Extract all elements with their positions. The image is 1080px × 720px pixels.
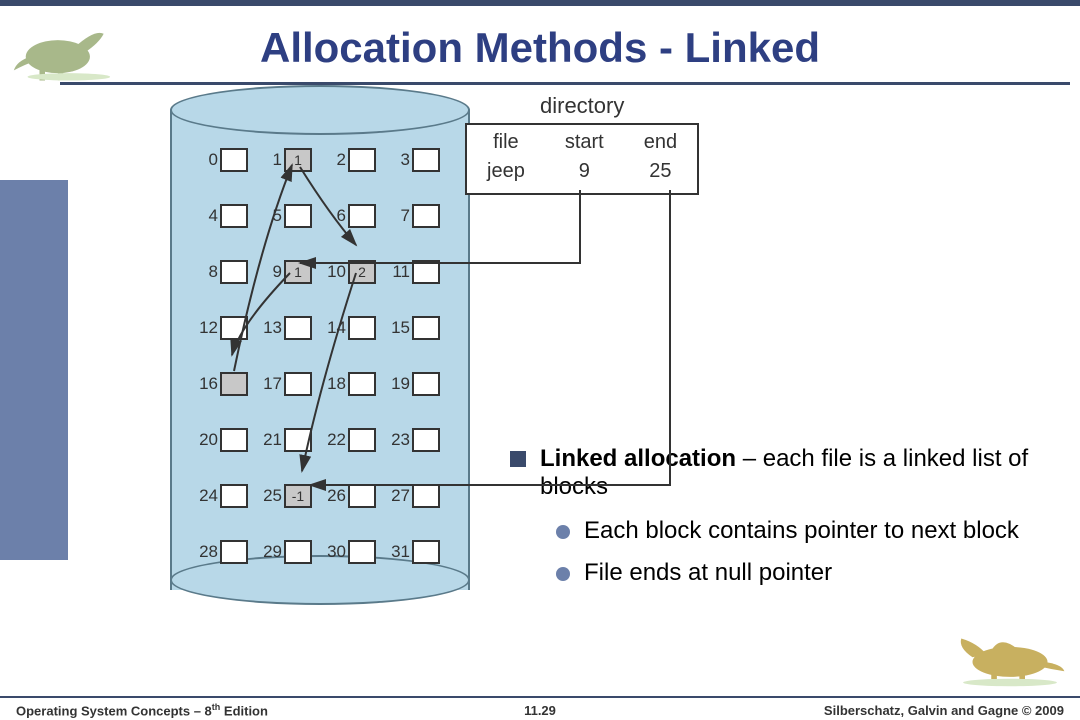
dir-start-header: start: [565, 131, 604, 154]
disk-block: 27: [388, 471, 450, 521]
dir-end-header: end: [644, 131, 677, 154]
disk-block: 3: [388, 135, 450, 185]
bullet-notes: Linked allocation – each file is a linke…: [510, 445, 1050, 601]
disk-block: 30: [324, 527, 386, 577]
dinosaur-logo-right: [950, 615, 1070, 690]
disk-block: 21: [260, 415, 322, 465]
top-accent-bar: [0, 0, 1080, 6]
disk-block: 6: [324, 191, 386, 241]
disk-block: 14: [324, 303, 386, 353]
disk-block: 0: [196, 135, 258, 185]
dir-file-header: file: [487, 131, 525, 154]
disk-block: 26: [324, 471, 386, 521]
disk-diagram: 0 11 2 3 4 5 6 7 8 91 102 11 12 13 14 15…: [170, 85, 470, 605]
disk-block: 102: [324, 247, 386, 297]
disk-block: 16: [196, 359, 258, 409]
disk-block: 2: [324, 135, 386, 185]
disk-block: 18: [324, 359, 386, 409]
disk-block: 19: [388, 359, 450, 409]
slide-title: Allocation Methods - Linked: [0, 24, 1080, 72]
disk-block: 11: [260, 135, 322, 185]
dir-file-value: jeep: [487, 160, 525, 183]
dir-end-value: 25: [644, 160, 677, 183]
disk-block: 5: [260, 191, 322, 241]
disk-block: 12: [196, 303, 258, 353]
disk-block: 23: [388, 415, 450, 465]
dot-bullet-icon: [556, 525, 570, 539]
sub-bullet: File ends at null pointer: [556, 559, 1050, 587]
disk-cylinder: 0 11 2 3 4 5 6 7 8 91 102 11 12 13 14 15…: [170, 85, 470, 605]
block-grid: 0 11 2 3 4 5 6 7 8 91 102 11 12 13 14 15…: [196, 135, 450, 577]
disk-block: 4: [196, 191, 258, 241]
dir-start-value: 9: [565, 160, 604, 183]
sub-bullet: Each block contains pointer to next bloc…: [556, 517, 1050, 545]
footer-right: Silberschatz, Galvin and Gagne © 2009: [715, 703, 1064, 718]
sub-note-2: File ends at null pointer: [584, 559, 832, 587]
slide-footer: Operating System Concepts – 8th Edition …: [0, 696, 1080, 720]
footer-page-number: 11.29: [365, 703, 714, 718]
disk-block: 11: [388, 247, 450, 297]
disk-block: 17: [260, 359, 322, 409]
disk-block: 28: [196, 527, 258, 577]
square-bullet-icon: [510, 451, 526, 467]
directory-label: directory: [540, 93, 624, 119]
footer-left: Operating System Concepts – 8th Edition: [16, 702, 365, 718]
note-bold: Linked allocation: [540, 445, 736, 472]
sub-note-1: Each block contains pointer to next bloc…: [584, 517, 1019, 545]
disk-block: 20: [196, 415, 258, 465]
directory-table: file jeep start 9 end 25: [465, 123, 699, 195]
dinosaur-logo-left: [12, 10, 122, 85]
disk-block: 29: [260, 527, 322, 577]
disk-block: 22: [324, 415, 386, 465]
disk-block: 24: [196, 471, 258, 521]
dot-bullet-icon: [556, 567, 570, 581]
disk-block: 15: [388, 303, 450, 353]
disk-block: 8: [196, 247, 258, 297]
disk-block: 31: [388, 527, 450, 577]
disk-block: 7: [388, 191, 450, 241]
disk-block: 91: [260, 247, 322, 297]
disk-block: 13: [260, 303, 322, 353]
slide-content: 0 11 2 3 4 5 6 7 8 91 102 11 12 13 14 15…: [0, 85, 1080, 645]
main-bullet: Linked allocation – each file is a linke…: [510, 445, 1050, 501]
disk-block: 25-1: [260, 471, 322, 521]
